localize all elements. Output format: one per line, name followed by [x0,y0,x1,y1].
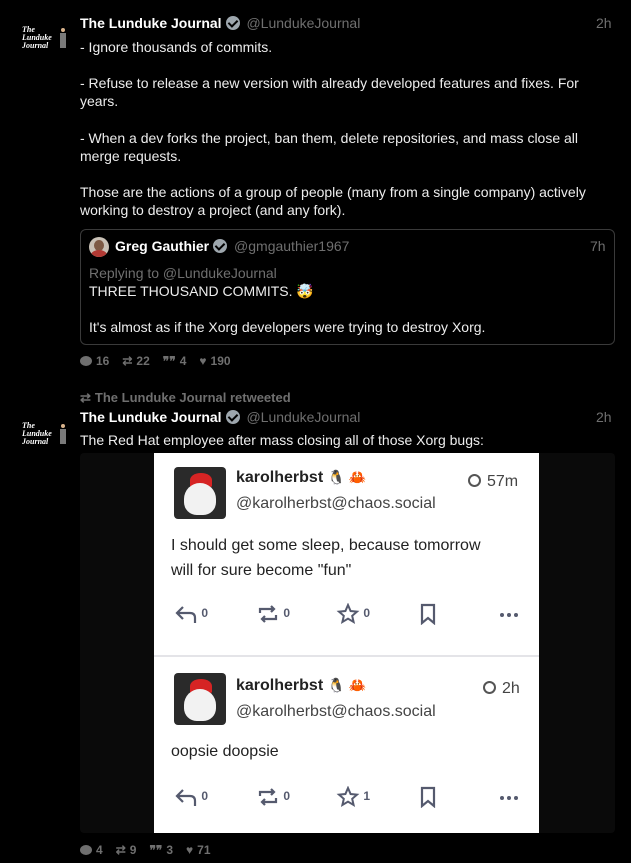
mascot-icon [60,424,66,444]
logo-text-3: Journal [22,437,49,446]
ellipsis-icon [500,796,518,800]
toot-handle: @karolherbst@chaos.social [236,703,436,720]
toot-avatar [174,673,226,725]
retweet-icon: ⇄ [80,390,91,405]
heart-icon: ♥ [199,354,207,368]
like-stat[interactable]: ♥ 190 [199,354,230,368]
quote-author-handle[interactable]: @gmgauthier1967 [234,238,349,254]
replying-to[interactable]: Replying to @LundukeJournal [89,265,277,281]
globe-icon [468,474,481,487]
quote-text-line: It's almost as if the Xorg developers we… [89,319,486,335]
heart-icon: ♥ [186,843,194,857]
embedded-screenshot: karolherbst 🐧 🦀 57m @karolherbst@chaos.s… [154,453,539,833]
ellipsis-icon [500,613,518,617]
bookmark-icon [420,786,436,809]
toot-separator [154,655,539,657]
quote-avatar[interactable] [89,237,109,257]
mascot-icon [60,28,66,48]
reply-stat[interactable]: 4 [80,843,103,857]
retweet-stat[interactable]: ⇄ 22 [122,354,149,368]
reply-action: 0 [174,786,208,808]
post-text-line: years. [80,93,119,109]
toot-avatar [174,467,226,519]
favourite-action: 1 [336,785,370,808]
more-action [498,603,520,625]
reply-arrow-icon [175,789,197,806]
more-action [498,786,520,808]
post-stats: 16 ⇄ 22 ❞❞ 4 ♥ 190 [80,354,231,368]
toot-body-line: will for sure become "fun" [171,562,352,579]
toot-time: 2h [483,680,520,698]
quote-time[interactable]: 7h [590,238,606,254]
reply-arrow-icon [175,606,197,623]
bookmark-icon [420,603,436,626]
post-text: The Red Hat employee after mass closing … [80,432,484,448]
retweet-icon: ⇄ [115,843,126,857]
author-handle[interactable]: @LundukeJournal [246,409,360,425]
boost-icon [258,605,278,623]
reply-icon [80,356,92,366]
verified-icon [213,239,228,253]
quote-icon: ❞❞ [149,843,163,857]
post-text-line: merge requests. [80,148,182,164]
boost-action: 0 [256,786,290,808]
post-header: The Lunduke Journal @LundukeJournal [80,409,360,425]
quote-icon: ❞❞ [162,354,176,368]
retweet-icon: ⇄ [122,354,133,368]
author-name[interactable]: The Lunduke Journal [80,409,222,425]
post-stats: 4 ⇄ 9 ❞❞ 3 ♥ 71 [80,843,211,857]
post-time[interactable]: 2h [596,15,612,31]
author-name[interactable]: The Lunduke Journal [80,15,222,31]
quote-stat[interactable]: ❞❞ 4 [163,354,187,368]
author-badges: 🐧 🦀 [327,469,367,485]
toot-body-line: oopsie doopsie [171,743,279,760]
retweet-stat[interactable]: ⇄ 9 [116,843,137,857]
favourite-action: 0 [336,602,370,625]
boost-action: 0 [256,603,290,625]
star-icon [336,785,360,808]
quoted-post[interactable]: Greg Gauthier @gmgauthier1967 7h Replyin… [80,229,615,345]
toot-time: 57m [468,473,518,491]
verified-icon [225,410,240,424]
bookmark-action [418,786,438,809]
toot-handle: @karolherbst@chaos.social [236,495,436,512]
quote-header: Greg Gauthier @gmgauthier1967 [115,238,349,254]
like-stat[interactable]: ♥ 71 [186,843,210,857]
lunduke-logo-avatar[interactable]: The Lunduke Journal [22,422,66,452]
post-text-line: - When a dev forks the project, ban them… [80,130,579,146]
reply-stat[interactable]: 16 [80,354,109,368]
post-text-line: Those are the actions of a group of peop… [80,184,586,200]
post-text-line: - Ignore thousands of commits. [80,39,273,55]
author-handle[interactable]: @LundukeJournal [246,15,360,31]
retweet-label[interactable]: ⇄ The Lunduke Journal retweeted [80,390,291,406]
star-icon [336,602,360,625]
reply-icon [80,845,92,855]
reply-action: 0 [174,603,208,625]
toot-author-name: karolherbst 🐧 🦀 [236,677,367,694]
author-badges: 🐧 🦀 [327,677,367,693]
logo-text-3: Journal [22,41,49,50]
verified-icon [225,16,240,30]
toot-body-line: I should get some sleep, because tomorro… [171,537,481,554]
bookmark-action [418,603,438,626]
post-text-line: - Refuse to release a new version with a… [80,75,579,91]
quote-author-name[interactable]: Greg Gauthier [115,238,209,254]
toot-author-name: karolherbst 🐧 🦀 [236,469,367,486]
quote-stat[interactable]: ❞❞ 3 [149,843,173,857]
quote-text-line: THREE THOUSAND COMMITS. 🤯 [89,283,314,299]
globe-icon [483,681,496,694]
boost-icon [258,788,278,806]
lunduke-logo-avatar[interactable]: The Lunduke Journal [22,26,66,56]
post-header: The Lunduke Journal @LundukeJournal [80,15,360,31]
post-time[interactable]: 2h [596,409,612,425]
post-text-line: working to destroy a project (and any fo… [80,202,346,218]
